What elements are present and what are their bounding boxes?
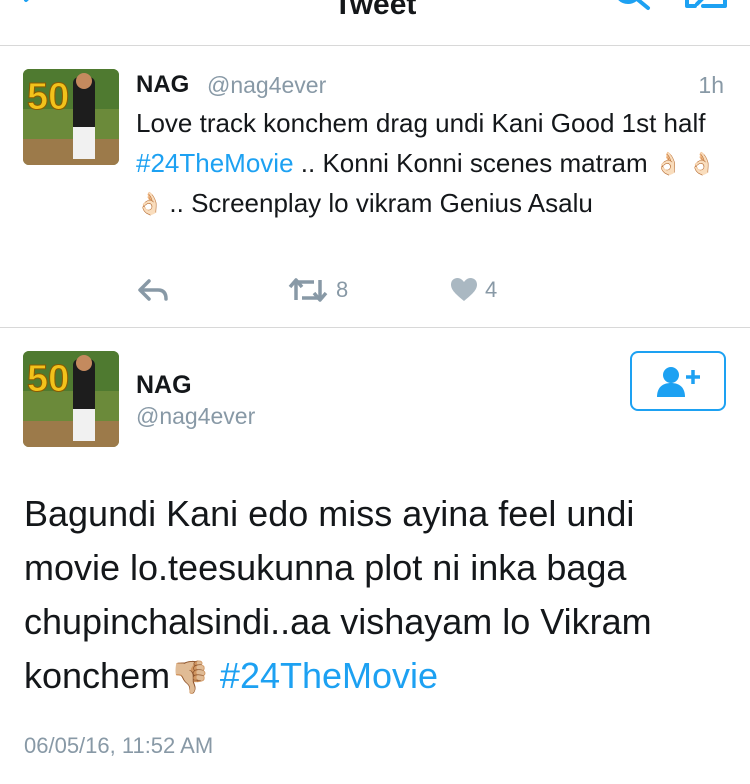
hashtag-link[interactable]: #24TheMovie bbox=[210, 655, 438, 696]
retweet-icon[interactable] bbox=[288, 276, 328, 304]
tweet-text-part: .. Screenplay lo vikram Genius Asalu bbox=[169, 188, 593, 218]
compose-icon[interactable] bbox=[683, 0, 729, 22]
tweet-timestamp: 06/05/16, 11:52 AM bbox=[24, 733, 214, 758]
search-icon[interactable] bbox=[610, 0, 654, 22]
avatar[interactable]: 50 bbox=[23, 351, 119, 447]
tweet-text: Bagundi Kani edo miss ayina feel undi mo… bbox=[24, 487, 734, 704]
author-handle[interactable]: @nag4ever bbox=[136, 403, 255, 430]
ok-hand-emoji: 👌🏻 bbox=[688, 151, 716, 176]
heart-icon[interactable] bbox=[450, 277, 478, 303]
tweet-text-part: .. Konni Konni scenes matram bbox=[293, 148, 655, 178]
ok-hand-emoji: 👌🏻 bbox=[136, 191, 164, 216]
author-handle[interactable]: @nag4ever bbox=[207, 72, 326, 99]
avatar[interactable]: 50 bbox=[23, 69, 119, 165]
hashtag-link[interactable]: #24TheMovie bbox=[136, 148, 294, 178]
reply-tweet[interactable]: 50 NAG @nag4ever 1h Love track konchem d… bbox=[0, 47, 750, 328]
svg-text:50: 50 bbox=[27, 76, 69, 118]
like-count: 4 bbox=[485, 277, 498, 302]
reply-icon[interactable] bbox=[136, 277, 170, 303]
tweet-text-part: Love track konchem drag undi Kani Good 1… bbox=[136, 108, 706, 138]
author-name[interactable]: NAG bbox=[136, 71, 189, 99]
ok-hand-emoji: 👌🏻 bbox=[654, 151, 683, 176]
retweet-count: 8 bbox=[336, 277, 349, 302]
follow-button[interactable] bbox=[630, 351, 726, 411]
navigation-bar: Tweet bbox=[0, 0, 750, 46]
svg-text:50: 50 bbox=[27, 358, 69, 400]
main-tweet: 50 NAG @nag4ever Bagundi Kani edo miss a… bbox=[0, 329, 750, 784]
avatar-image: 50 bbox=[23, 69, 119, 165]
author-name[interactable]: NAG bbox=[136, 371, 192, 400]
tweet-text: Love track konchem drag undi Kani Good 1… bbox=[136, 103, 736, 223]
thumbs-down-emoji: 👎🏼 bbox=[170, 659, 210, 695]
avatar-image: 50 bbox=[23, 351, 119, 447]
tweet-time: 1h bbox=[698, 72, 724, 98]
follow-user-icon bbox=[657, 367, 700, 397]
